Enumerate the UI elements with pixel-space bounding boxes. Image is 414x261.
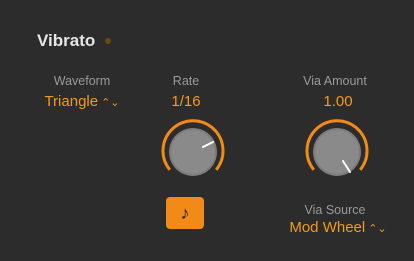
via-amount-knob[interactable] [302,117,372,187]
section-title: Vibrato [37,31,96,50]
rate-value: 1/16 [171,93,201,110]
rate-knob[interactable] [158,117,228,187]
waveform-label: Waveform [53,74,111,88]
note-sync-button[interactable]: ♪ [166,197,204,229]
via-amount-label: Via Amount [303,74,367,88]
via-source-value: Mod Wheel [289,219,366,236]
via-source-label: Via Source [304,203,366,217]
via-amount-value: 1.00 [323,93,353,110]
rate-label: Rate [172,74,200,88]
vibrato-panel: Vibrato Waveform Triangle ⌃⌄ Rate 1/16 ♪ … [0,0,414,261]
waveform-value: Triangle [44,93,99,110]
via-source-selector[interactable]: Mod Wheel ⌃⌄ [268,219,408,236]
eighth-note-icon: ♪ [180,202,190,223]
status-led[interactable] [105,38,111,44]
chevron-updown-icon: ⌃⌄ [368,223,387,235]
